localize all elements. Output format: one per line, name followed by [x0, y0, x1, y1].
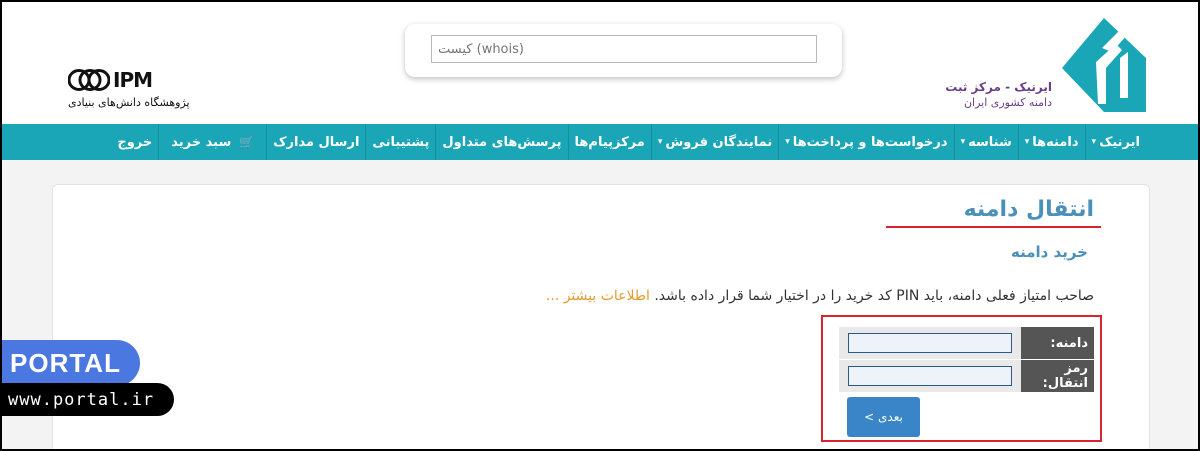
description-text: صاحب امتیاز فعلی دامنه، باید PIN کد خرید…	[546, 288, 1094, 304]
nav-item-logout[interactable]: خروج	[111, 124, 158, 160]
nav-label: پشتیبانی	[372, 134, 430, 150]
title-underline	[886, 226, 1101, 228]
irnic-subtitle: دامنه کشوری ایران	[963, 96, 1052, 109]
browser-frame: ایرنیک - مرکز ثبت دامنه کشوری ایران IPM …	[0, 0, 1200, 451]
nav-label: پرسش‌های متداول	[442, 134, 562, 150]
nav-label: ایرنیک	[1099, 134, 1140, 150]
more-info-link[interactable]: اطلاعات بیشتر ...	[546, 288, 650, 304]
portal-watermark-url: www.portal.ir	[2, 383, 174, 416]
nav-label: شناسه	[968, 134, 1012, 150]
whois-input[interactable]	[431, 35, 817, 63]
nav-label: خروج	[117, 134, 153, 150]
cart-icon: 🛒	[239, 135, 255, 149]
chevron-down-icon: ▾	[1024, 137, 1030, 147]
transfer-pin-input[interactable]	[848, 366, 1012, 386]
irnic-brand-text: ایرنیک - مرکز ثبت دامنه کشوری ایران	[945, 80, 1052, 109]
irnic-title: ایرنیک - مرکز ثبت	[945, 80, 1052, 94]
ipm-emblem-icon	[68, 69, 110, 91]
nav-label: مرکزپیام‌ها	[574, 134, 645, 150]
domain-label: دامنه:	[1021, 327, 1094, 359]
site-header: ایرنیک - مرکز ثبت دامنه کشوری ایران IPM …	[2, 2, 1198, 124]
page-title: انتقال دامنه	[963, 197, 1094, 222]
nav-item-handle[interactable]: شناسه ▾	[953, 124, 1018, 160]
main-nav: ایرنیک ▾ دامنه‌ها ▾ شناسه ▾ درخواست‌ها و پر…	[2, 124, 1198, 160]
nav-item-cart[interactable]: 🛒 سبد خرید	[158, 124, 266, 160]
nav-label: نمایندگان فروش	[665, 134, 773, 150]
nav-item-support[interactable]: پشتیبانی	[365, 124, 435, 160]
pin-row: رمز انتقال:	[839, 360, 1094, 392]
nav-label: دامنه‌ها	[1032, 134, 1079, 150]
nav-item-send-documents[interactable]: ارسال مدارک	[266, 124, 365, 160]
whois-search-box	[405, 24, 842, 77]
ipm-subtitle: پژوهشگاه دانش‌های بنیادی	[68, 96, 190, 109]
nav-item-messages[interactable]: مرکزپیام‌ها	[567, 124, 651, 160]
domain-row: دامنه:	[839, 327, 1094, 359]
chevron-down-icon: ▾	[657, 137, 663, 147]
next-button[interactable]: بعدی >	[847, 397, 920, 437]
chevron-down-icon: ▾	[960, 137, 966, 147]
nav-item-faq[interactable]: پرسش‌های متداول	[435, 124, 567, 160]
nav-item-domains[interactable]: دامنه‌ها ▾	[1017, 124, 1085, 160]
chevron-down-icon: ▾	[785, 137, 790, 147]
nav-label: درخواست‌ها و پرداخت‌ها	[792, 134, 948, 150]
domain-input[interactable]	[848, 333, 1012, 353]
transfer-form: دامنه: رمز انتقال: بعدی >	[821, 315, 1102, 442]
ipm-text: IPM	[113, 68, 153, 92]
pin-field-cell	[839, 360, 1021, 392]
nav-item-irnic[interactable]: ایرنیک ▾	[1084, 124, 1146, 160]
nav-label: ارسال مدارک	[273, 134, 360, 150]
description-body: صاحب امتیاز فعلی دامنه، باید PIN کد خرید…	[654, 288, 1094, 304]
pin-label: رمز انتقال:	[1021, 360, 1094, 392]
domain-field-cell	[839, 327, 1021, 359]
nav-item-requests-payments[interactable]: درخواست‌ها و پرداخت‌ها ▾	[778, 124, 953, 160]
nav-item-resellers[interactable]: نمایندگان فروش ▾	[650, 124, 778, 160]
irnic-logo[interactable]	[1062, 18, 1146, 112]
page-subtitle: خرید دامنه	[1010, 243, 1088, 261]
ipm-logo[interactable]: IPM پژوهشگاه دانش‌های بنیادی	[68, 68, 190, 109]
portal-watermark-badge: PORTAL	[2, 340, 140, 386]
nav-label: سبد خرید	[171, 134, 232, 150]
chevron-down-icon: ▾	[1091, 137, 1097, 147]
